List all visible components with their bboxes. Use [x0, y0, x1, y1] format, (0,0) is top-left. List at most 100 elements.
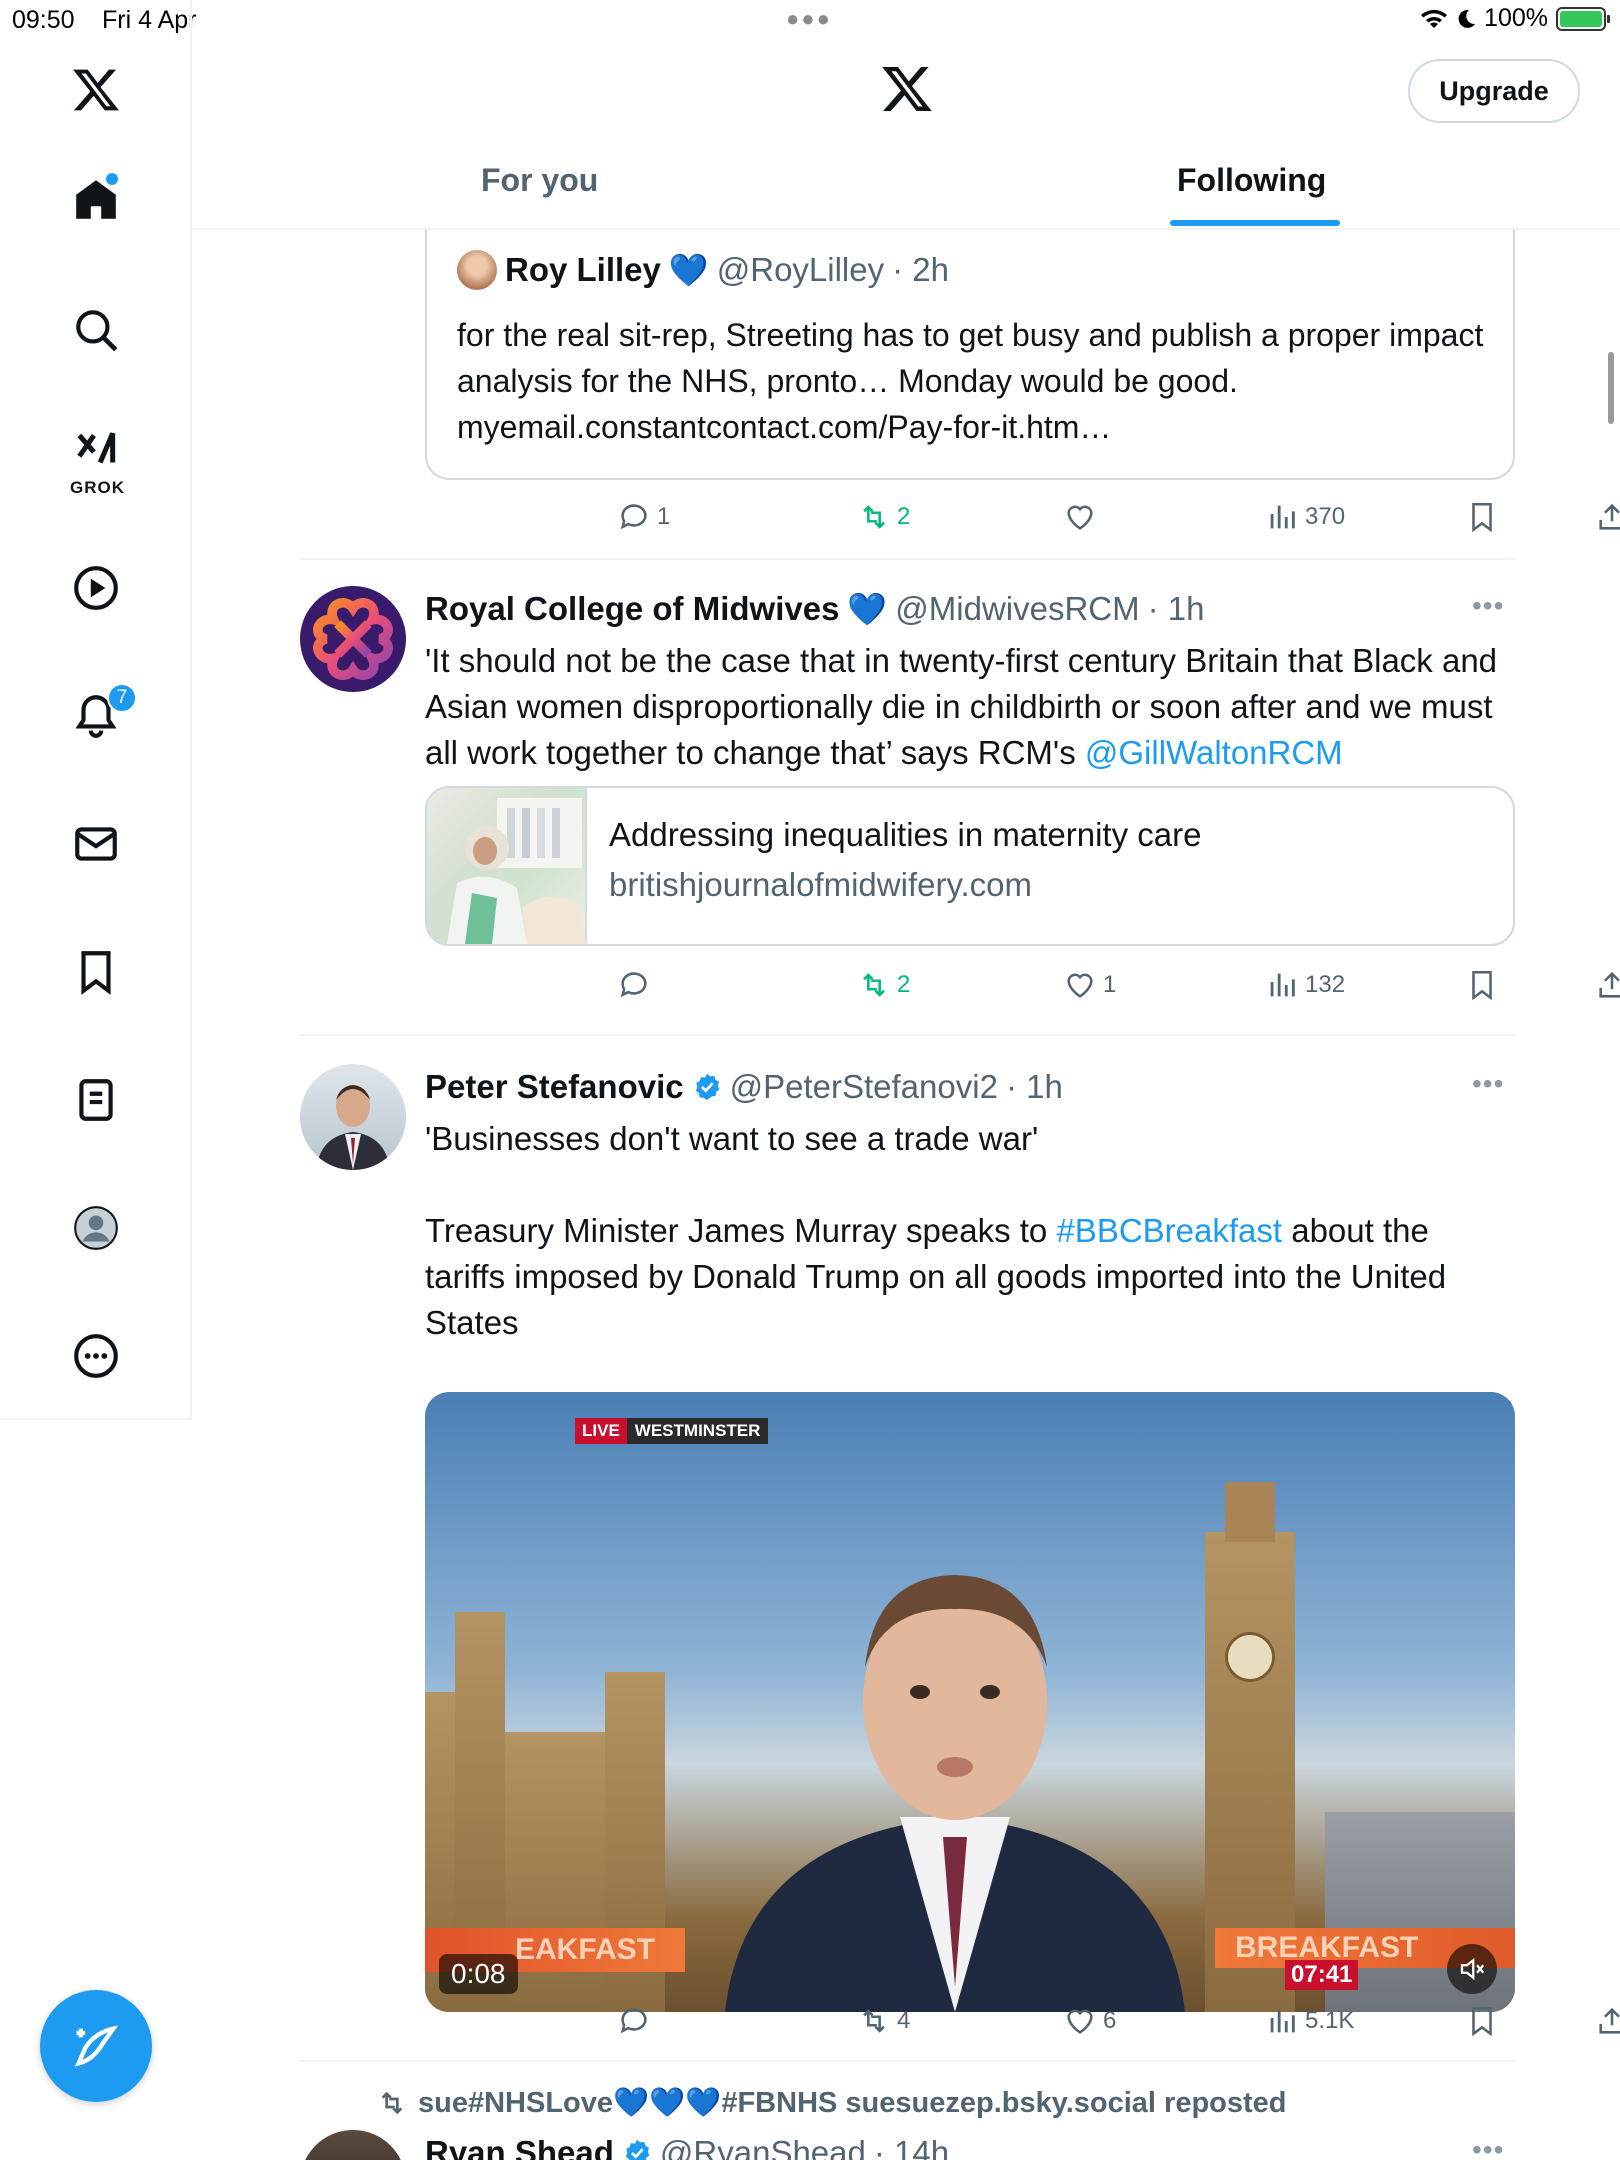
- live-label: LIVE: [575, 1418, 627, 1444]
- battery-percent: 100%: [1484, 4, 1548, 32]
- views-count: 5.1K: [1305, 2007, 1355, 2034]
- heart-icon: [1067, 973, 1093, 998]
- mute-button[interactable]: [1447, 1944, 1497, 1994]
- like-count: 1: [1103, 971, 1117, 998]
- repost-button[interactable]: 2: [857, 968, 910, 1002]
- search-icon[interactable]: [56, 290, 136, 370]
- views-count: 370: [1305, 503, 1346, 530]
- notifications-badge: 7: [107, 683, 137, 713]
- mention-link[interactable]: @GillWaltonRCM: [1085, 734, 1343, 771]
- like-button[interactable]: 1: [1063, 968, 1116, 1002]
- reply-button[interactable]: [617, 2004, 657, 2038]
- repost-button[interactable]: 2: [857, 500, 910, 534]
- views-button[interactable]: 132: [1265, 968, 1345, 1002]
- moon-icon: [1458, 9, 1476, 28]
- share-button[interactable]: [1595, 500, 1620, 534]
- x-header-logo-icon[interactable]: [880, 62, 934, 121]
- share-button[interactable]: [1595, 968, 1620, 1002]
- share-icon: [1599, 503, 1620, 530]
- share-button[interactable]: [1595, 2004, 1620, 2038]
- avatar[interactable]: [300, 2130, 406, 2160]
- active-tab-indicator: [1170, 220, 1340, 226]
- tweet-header: Peter Stefanovic @PeterStefanovi2 · 1h: [425, 1068, 1063, 1106]
- reply-button[interactable]: [617, 968, 657, 1002]
- grok-label: GROK: [70, 478, 125, 497]
- repost-count: 2: [897, 971, 911, 998]
- tweet-time: · 14h: [873, 2134, 950, 2160]
- reply-icon: [620, 2008, 647, 2034]
- verified-badge-icon: [625, 2139, 650, 2160]
- tweet[interactable]: Ryan Shead @RyanShead · 14h •••: [300, 2130, 1515, 2160]
- tab-for-you[interactable]: For you: [481, 162, 598, 199]
- like-button[interactable]: [1063, 500, 1103, 534]
- like-count: 6: [1103, 2007, 1117, 2034]
- messages-icon[interactable]: [56, 804, 136, 884]
- x-logo-icon[interactable]: [56, 50, 136, 130]
- quoted-author-handle[interactable]: @RoyLilley: [717, 251, 884, 289]
- speaker-muted-icon: [1460, 1957, 1485, 1981]
- quoted-tweet-link[interactable]: myemail.constantcontact.com/Pay-for-it.h…: [457, 409, 1111, 445]
- timeline-feed: Roy Lilley 💙 @RoyLilley · 2h for the rea…: [192, 230, 1620, 2160]
- link-preview-card[interactable]: Addressing inequalities in maternity car…: [425, 786, 1515, 946]
- bookmark-button[interactable]: [1465, 2004, 1499, 2038]
- bookmark-button[interactable]: [1465, 500, 1499, 534]
- reposted-by-text: sue#NHSLove💙💙💙#FBNHS suesuezep.bsky.soci…: [418, 2087, 1287, 2119]
- status-bar: 09:50 Fri 4 Apr ●●● 100%: [0, 0, 1620, 40]
- repost-count: 2: [897, 503, 911, 530]
- tab-following[interactable]: Following: [1177, 162, 1326, 199]
- hashtag-link[interactable]: #BBCBreakfast: [1056, 1212, 1282, 1249]
- reply-button[interactable]: 1: [617, 500, 670, 534]
- tweet-body: Treasury Minister James Murray speaks to: [425, 1212, 1057, 1249]
- tweet[interactable]: Royal College of Midwives 💙 @MidwivesRCM…: [300, 586, 1515, 986]
- tweet-body-line1: 'Businesses don't want to see a trade wa…: [425, 1120, 1039, 1157]
- tweet-divider: [300, 1034, 1515, 1036]
- profile-avatar-icon[interactable]: [56, 1188, 136, 1268]
- repost-attribution[interactable]: sue#NHSLove💙💙💙#FBNHS suesuezep.bsky.soci…: [376, 2086, 1287, 2120]
- author-name[interactable]: Royal College of Midwives: [425, 590, 839, 628]
- upgrade-button[interactable]: Upgrade: [1408, 59, 1580, 123]
- tweet-divider: [300, 558, 1515, 560]
- avatar[interactable]: [300, 1064, 406, 1170]
- author-handle[interactable]: @PeterStefanovi2: [730, 1068, 998, 1106]
- quoted-tweet-text: for the real sit-rep, Streeting has to g…: [457, 312, 1497, 450]
- video-icon[interactable]: [56, 548, 136, 628]
- video-player[interactable]: LIVE WESTMINSTER EAKFAST BREAKFAST 07:41…: [425, 1392, 1515, 2012]
- sidebar: GROK 7: [0, 0, 192, 1420]
- reply-icon: [620, 972, 647, 998]
- tweet-divider: [300, 2060, 1515, 2062]
- repost-button[interactable]: 4: [857, 2004, 910, 2038]
- lists-icon[interactable]: [56, 1060, 136, 1140]
- compose-feather-icon: [74, 2025, 119, 2067]
- compose-post-button[interactable]: [40, 1990, 152, 2102]
- author-name[interactable]: Peter Stefanovic: [425, 1068, 684, 1106]
- tweet-actions: 1 2 370: [425, 500, 1620, 544]
- author-handle[interactable]: @RyanShead: [660, 2134, 866, 2160]
- more-options-icon[interactable]: •••: [1472, 590, 1504, 622]
- views-count: 132: [1305, 971, 1346, 998]
- heart-icon: [1067, 505, 1093, 530]
- bookmark-button[interactable]: [1465, 968, 1499, 1002]
- bookmarks-icon[interactable]: [56, 932, 136, 1012]
- home-icon[interactable]: [56, 160, 136, 240]
- link-card-domain: britishjournalofmidwifery.com: [609, 866, 1033, 903]
- more-options-icon[interactable]: [56, 1316, 136, 1396]
- tweet[interactable]: Peter Stefanovic @PeterStefanovi2 · 1h •…: [300, 1064, 1515, 2024]
- more-options-icon[interactable]: •••: [1472, 1068, 1504, 1100]
- quoted-tweet-body: for the real sit-rep, Streeting has to g…: [457, 317, 1484, 399]
- author-handle[interactable]: @MidwivesRCM: [895, 590, 1139, 628]
- quoted-author-name[interactable]: Roy Lilley: [505, 251, 661, 289]
- views-button[interactable]: 370: [1265, 500, 1345, 534]
- presenter-figure: [725, 1575, 1185, 2012]
- views-button[interactable]: 5.1K: [1265, 2004, 1354, 2038]
- multitasking-dots-icon[interactable]: ●●●: [786, 6, 832, 32]
- quoted-tweet-card[interactable]: Roy Lilley 💙 @RoyLilley · 2h for the rea…: [425, 230, 1515, 480]
- reply-count: 1: [657, 503, 671, 530]
- more-options-icon[interactable]: •••: [1472, 2134, 1504, 2160]
- broadcast-clock: 07:41: [1285, 1960, 1359, 1990]
- avatar[interactable]: [300, 586, 406, 692]
- avatar[interactable]: [457, 250, 497, 290]
- author-name[interactable]: Ryan Shead: [425, 2134, 614, 2160]
- like-button[interactable]: 6: [1063, 2004, 1116, 2038]
- tweet-text: 'Businesses don't want to see a trade wa…: [425, 1116, 1515, 1346]
- home-unread-dot: [106, 173, 118, 185]
